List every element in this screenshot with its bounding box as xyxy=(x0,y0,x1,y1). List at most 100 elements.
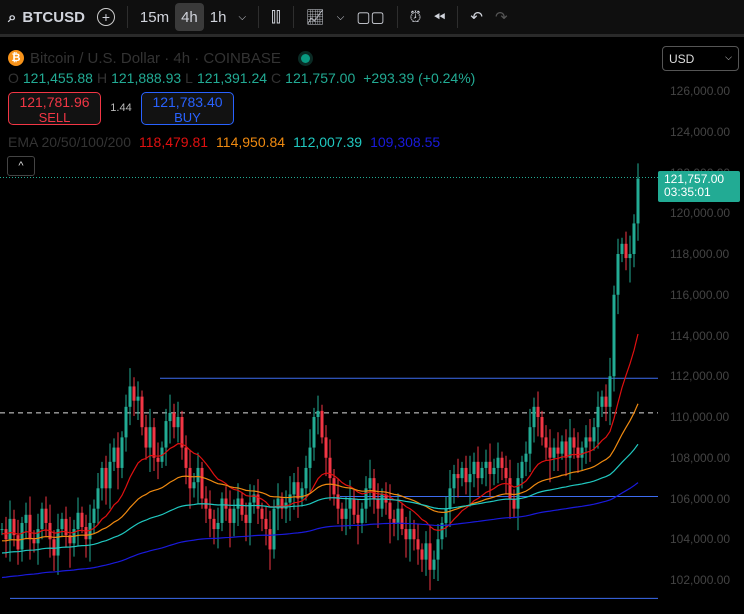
candle-body xyxy=(592,427,596,442)
candle-body xyxy=(520,461,524,479)
candle-body xyxy=(400,508,404,530)
currency-label: USD xyxy=(669,52,695,66)
price-tick: 102,000.00 xyxy=(670,573,731,587)
candle-body xyxy=(44,508,48,523)
candle-body xyxy=(408,529,412,540)
divider xyxy=(457,6,459,28)
undo-icon[interactable]: ↶ xyxy=(464,3,489,31)
candle-body xyxy=(504,467,508,479)
candle-body xyxy=(268,529,272,550)
search-icon: ⌕ xyxy=(8,8,17,26)
buy-button[interactable]: 121,783.40 BUY xyxy=(141,91,234,125)
candle-body xyxy=(264,518,268,530)
candle-body xyxy=(200,467,204,499)
candle-body xyxy=(360,508,364,523)
candle-body xyxy=(304,467,308,489)
add-symbol-button[interactable]: + xyxy=(91,3,121,31)
indicators-icon[interactable]: 📈︎ xyxy=(300,3,331,31)
candle-body xyxy=(572,437,576,448)
indicators-chevron-icon[interactable]: ⌵ xyxy=(331,3,351,31)
candle-body xyxy=(64,518,68,536)
alert-clock-icon[interactable]: ⏰︎ xyxy=(404,3,428,31)
candle-body xyxy=(292,482,296,495)
candle-body xyxy=(564,441,568,458)
candle-body xyxy=(348,498,352,509)
sell-price: 121,781.96 xyxy=(19,93,90,110)
candle-body xyxy=(136,396,140,401)
candle-body xyxy=(228,508,232,523)
candle-body xyxy=(216,522,220,530)
candle-body xyxy=(508,478,512,499)
price-axis[interactable]: 126,000.00124,000.00122,000.00120,000.00… xyxy=(658,40,744,614)
candles-icon[interactable]: ⫿⫿ xyxy=(265,3,287,31)
candle-body xyxy=(340,508,344,519)
candle-body xyxy=(144,427,148,448)
candle-body xyxy=(496,457,500,468)
candle-body xyxy=(344,508,348,519)
price-tick: 124,000.00 xyxy=(670,124,731,139)
interval-dropdown-chevron-icon[interactable]: ⌵ xyxy=(232,3,252,31)
candle-body xyxy=(16,535,20,550)
low-value: 121,391.24 xyxy=(196,70,268,86)
candle-body xyxy=(428,543,432,570)
currency-select[interactable]: USD ⌵ xyxy=(662,46,739,71)
candle-body xyxy=(152,427,156,458)
price-tick: 118,000.00 xyxy=(670,247,730,261)
candle-body xyxy=(108,461,112,489)
candle-body xyxy=(376,498,380,509)
candle-body xyxy=(432,559,436,570)
price-tick: 106,000.00 xyxy=(670,491,731,506)
candle-body xyxy=(476,461,480,479)
interval-15m[interactable]: 15m xyxy=(134,3,175,31)
candle-body xyxy=(260,508,264,519)
candle-body xyxy=(296,482,300,499)
candle-body xyxy=(208,508,212,519)
candle-body xyxy=(532,406,536,428)
candle-body xyxy=(244,514,248,523)
candle-body xyxy=(312,417,316,448)
candle-body xyxy=(636,178,640,224)
interval-4h[interactable]: 4h xyxy=(175,3,204,31)
interval-1h[interactable]: 1h xyxy=(204,3,233,31)
collapse-legend-button[interactable]: ^ xyxy=(7,156,35,176)
candle-body xyxy=(616,254,620,295)
price-tick: 112,000.00 xyxy=(670,369,730,384)
candle-body xyxy=(60,518,64,530)
divider xyxy=(126,6,128,28)
redo-icon[interactable]: ↷ xyxy=(489,3,514,31)
chevron-down-icon: ⌵ xyxy=(725,52,732,62)
high-label: H xyxy=(96,70,108,86)
market-status-dot-icon xyxy=(300,53,310,63)
layouts-icon[interactable]: ▢▢ xyxy=(350,3,390,31)
spread-value: 1.44 xyxy=(110,102,132,114)
candle-body xyxy=(124,406,128,438)
candle-body xyxy=(168,412,172,422)
bitcoin-logo-icon: ₿ xyxy=(8,50,24,66)
symbol-search[interactable]: ⌕ BTCUSD xyxy=(0,3,91,31)
candle-body xyxy=(220,498,224,523)
candle-body xyxy=(356,514,360,523)
candle-body xyxy=(148,427,152,448)
sell-button[interactable]: 121,781.96 SELL xyxy=(8,91,101,125)
candle-body xyxy=(40,508,44,530)
candle-body xyxy=(588,437,592,442)
candle-body xyxy=(404,529,408,540)
ema-label: EMA 20/50/100/200 xyxy=(8,134,131,150)
candle-body xyxy=(512,498,516,509)
candle-body xyxy=(604,396,608,407)
candle-body xyxy=(444,508,448,523)
price-tick: 120,000.00 xyxy=(670,206,731,221)
candle-body xyxy=(328,457,332,479)
candle-body xyxy=(500,457,504,468)
candle-body xyxy=(548,447,552,458)
candle-body xyxy=(620,243,624,254)
candle-body xyxy=(528,427,532,454)
close-value: 121,757.00 xyxy=(285,70,356,86)
candle-body xyxy=(584,437,588,448)
candle-body xyxy=(468,474,472,483)
candle-body xyxy=(368,478,372,489)
candle-body xyxy=(24,514,28,523)
candle-body xyxy=(464,467,468,483)
replay-icon[interactable]: ⏪︎ xyxy=(427,3,451,31)
symbol-title: Bitcoin / U.S. Dollar · 4h · COINBASE xyxy=(30,49,281,67)
